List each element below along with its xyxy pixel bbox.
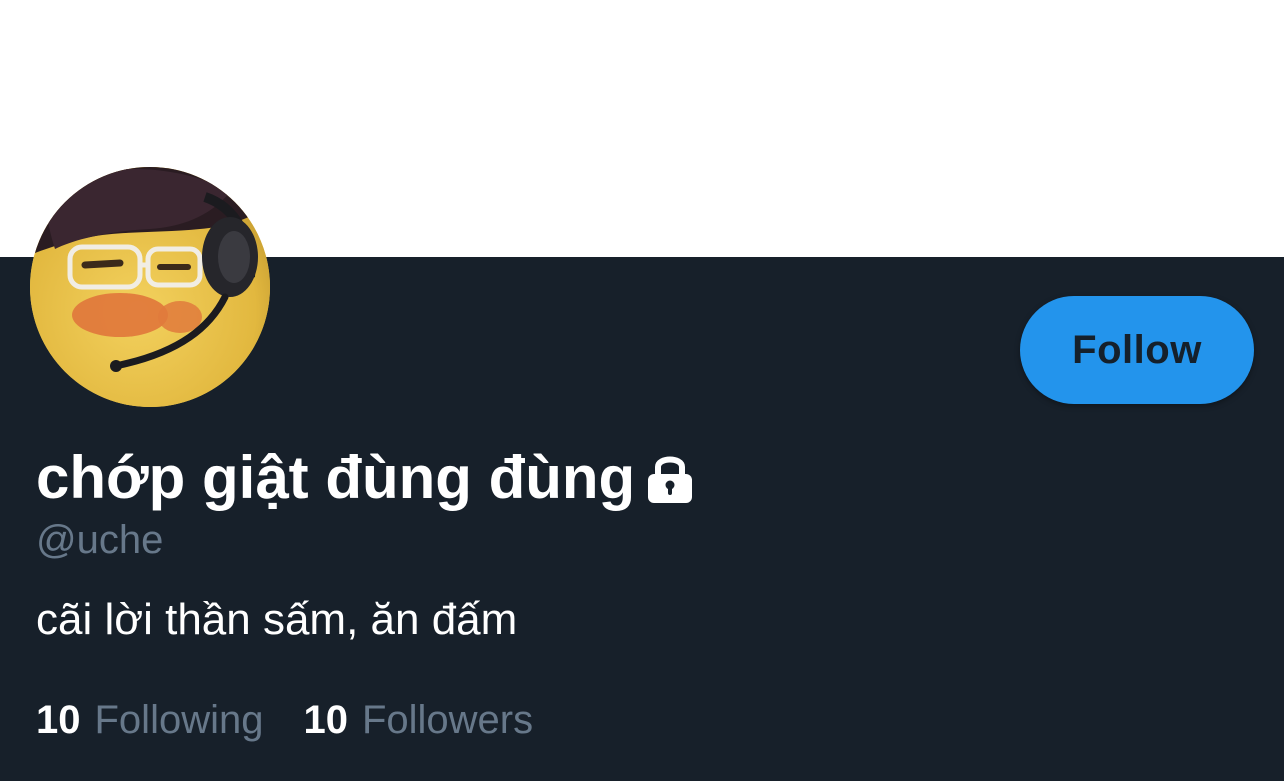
avatar-image xyxy=(30,167,270,407)
followers-count: 10 xyxy=(303,698,348,742)
followers-label: Followers xyxy=(361,698,534,742)
following-stat[interactable]: 10 Following xyxy=(36,694,263,746)
lock-icon xyxy=(645,451,695,505)
profile-bio: cãi lời thần sấm, ăn đấm xyxy=(36,595,518,644)
display-name: chớp giật đùng đùng xyxy=(36,444,636,511)
following-label: Following xyxy=(94,698,264,742)
profile-stats: 10 Following 10 Followers xyxy=(36,694,533,746)
avatar[interactable] xyxy=(30,167,270,407)
profile-page: Follow chớp giật đùng đùng @uche cãi lời… xyxy=(0,0,1284,781)
following-count: 10 xyxy=(36,698,81,742)
followers-stat[interactable]: 10 Followers xyxy=(303,694,533,746)
profile-name-row: chớp giật đùng đùng xyxy=(36,440,695,516)
profile-handle: @uche xyxy=(36,518,164,562)
follow-button[interactable]: Follow xyxy=(1020,296,1254,404)
